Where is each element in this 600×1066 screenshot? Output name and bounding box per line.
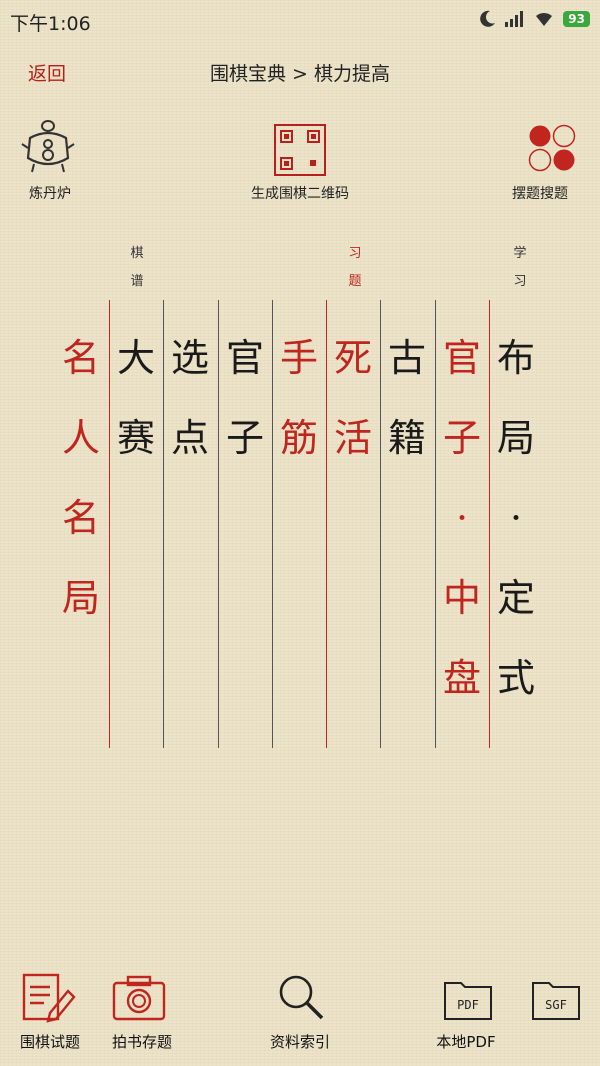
go-quiz-button[interactable]: [20, 973, 78, 1025]
col-buju-dingshi[interactable]: 布局·定式: [489, 318, 543, 718]
col-sihuo[interactable]: 死活: [326, 318, 380, 478]
svg-text:SGF: SGF: [545, 998, 567, 1012]
section-label-xiti: 习题: [348, 246, 362, 289]
problem-search-button[interactable]: [528, 124, 576, 172]
sgf-folder-icon: SGF: [532, 982, 580, 1020]
local-pdf-button[interactable]: PDF: [443, 975, 493, 1021]
col-shoujin[interactable]: 手筋: [272, 318, 326, 478]
moon-icon: [480, 10, 496, 27]
battery-indicator: 93: [563, 11, 590, 27]
col-guanzi[interactable]: 官子: [218, 318, 272, 478]
alchemy-furnace-label: 炼丹炉: [29, 186, 71, 202]
status-time: 下午1:06: [10, 13, 91, 35]
section-label-xuexi: 学习: [513, 246, 527, 289]
go-quiz-label: 围棋试题: [19, 1033, 80, 1051]
edit-document-icon: [22, 973, 76, 1023]
svg-text:PDF: PDF: [457, 998, 479, 1012]
col-mingren[interactable]: 名人名局: [54, 318, 108, 638]
col-xuandian[interactable]: 选点: [163, 318, 217, 478]
furnace-icon: [21, 120, 75, 173]
problem-search-label: 摆题搜题: [512, 186, 568, 202]
status-bar: 下午1:06 93: [0, 0, 600, 40]
status-icons: 93: [480, 10, 590, 28]
go-stones-icon: [528, 124, 576, 172]
signal-icon: [505, 11, 524, 27]
section-label-qipu: 棋谱: [130, 246, 144, 289]
col-guji[interactable]: 古籍: [380, 318, 434, 478]
camera-icon: [112, 975, 166, 1021]
resource-index-button[interactable]: [276, 972, 326, 1022]
qr-code-icon: [274, 124, 326, 176]
resource-index-label: 资料索引: [269, 1033, 330, 1051]
col-guanzi-zhongpan[interactable]: 官子·中盘: [435, 318, 489, 718]
sgf-button[interactable]: SGF: [531, 975, 581, 1021]
generate-qr-label: 生成围棋二维码: [251, 186, 349, 202]
generate-qr-button[interactable]: [274, 124, 326, 176]
wifi-icon: [536, 12, 553, 26]
photo-save-button[interactable]: [112, 975, 166, 1021]
alchemy-furnace-button[interactable]: [20, 118, 76, 178]
pdf-folder-icon: PDF: [444, 982, 492, 1020]
search-icon: [279, 975, 324, 1020]
page-title: 围棋宝典 > 棋力提高: [210, 63, 390, 85]
local-pdf-label: 本地PDF: [436, 1033, 496, 1051]
col-dasai[interactable]: 大赛: [109, 318, 163, 478]
photo-save-label: 拍书存题: [111, 1033, 172, 1051]
